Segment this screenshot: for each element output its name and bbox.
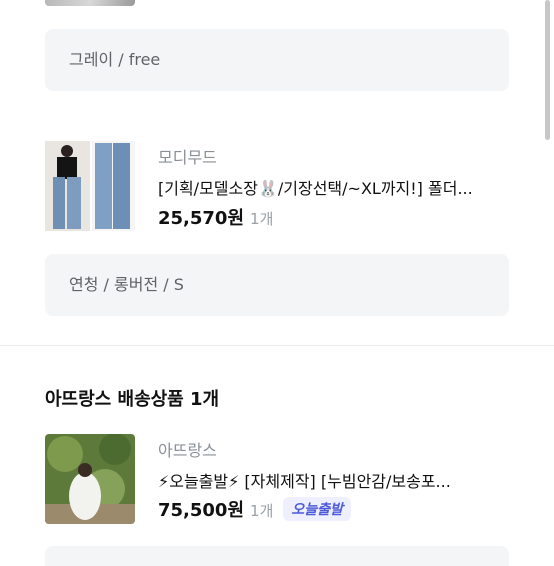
scrollbar[interactable] bbox=[545, 0, 550, 140]
option-box[interactable]: 연청 / 롱버전 / S bbox=[45, 254, 509, 316]
option-text: 그레이 / free bbox=[69, 50, 161, 69]
product-name[interactable]: ⚡오늘출발⚡ [자체제작] [누빔안감/보송포... bbox=[158, 468, 510, 492]
brand-name: 모디무드 bbox=[158, 148, 217, 167]
price-row: 25,570원 1개 bbox=[158, 204, 273, 230]
option-text: 연청 / 롱버전 / S bbox=[69, 275, 184, 294]
product-name[interactable]: [기획/모델소장🐰/기장선택/~XL까지!] 폴더... bbox=[158, 175, 510, 199]
product-image[interactable] bbox=[45, 141, 135, 231]
option-box[interactable] bbox=[45, 546, 509, 566]
product-image-partial[interactable] bbox=[45, 0, 135, 6]
price: 75,500원 bbox=[158, 500, 245, 521]
quantity: 1개 bbox=[250, 502, 274, 520]
jeans-photo-icon bbox=[45, 141, 135, 231]
brand-name: 아뜨랑스 bbox=[158, 441, 217, 460]
today-shipping-badge: 오늘출발 bbox=[283, 497, 351, 521]
section-title: 아뜨랑스 배송상품 1개 bbox=[45, 389, 220, 410]
product-image[interactable] bbox=[45, 434, 135, 524]
quantity: 1개 bbox=[250, 210, 274, 228]
price-row: 75,500원 1개 오늘출발 bbox=[158, 496, 351, 522]
price: 25,570원 bbox=[158, 208, 245, 229]
section-divider bbox=[0, 345, 554, 346]
option-box[interactable]: 그레이 / free bbox=[45, 29, 509, 91]
outdoor-photo-icon bbox=[45, 434, 135, 524]
